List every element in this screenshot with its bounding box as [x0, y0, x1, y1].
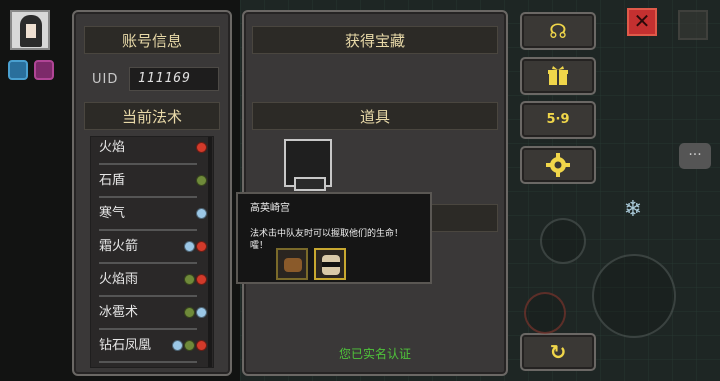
spell-name: 石盾 [99, 173, 126, 188]
fire-element-icon [196, 241, 207, 252]
spell-elements [172, 340, 207, 351]
spell-name: 冰雹术 [99, 305, 139, 320]
fire-element-icon [196, 340, 207, 351]
treasure-header: 获得宝藏 [252, 26, 498, 54]
ice-element-icon [184, 241, 195, 252]
divider [99, 262, 197, 264]
pet-dog-icon [276, 248, 308, 280]
spell-elements [196, 175, 207, 186]
spell-elements [196, 208, 207, 219]
headset-icon: ☊ [549, 19, 567, 43]
account-header: 账号信息 [84, 26, 220, 54]
movement-joystick[interactable] [592, 254, 676, 338]
divider [99, 229, 197, 231]
spell-name: 钻石凤凰 [99, 338, 152, 353]
spell-name: 火焰 [99, 140, 126, 155]
support-button[interactable]: ☊ [520, 12, 596, 50]
ice-element-icon [196, 307, 207, 318]
account-panel: 账号信息 UID 111169 当前法术 火焰 石盾 寒气 霜火箭 火焰雨 冰雹… [72, 10, 232, 376]
spell-item[interactable]: 霜火箭 [91, 236, 213, 269]
spells-header: 当前法术 [84, 102, 220, 130]
spell-name: 火焰雨 [99, 272, 139, 287]
attack-button[interactable] [524, 292, 566, 334]
avatar-face [26, 24, 36, 38]
tooltip-title: 高英崎宫 [250, 203, 290, 214]
earth-element-icon [184, 274, 195, 285]
earth-element-icon [196, 175, 207, 186]
uid-value: 111169 [129, 67, 219, 91]
spell-elements [184, 274, 207, 285]
settings-button[interactable] [520, 146, 596, 184]
event-button[interactable]: 5·9 [520, 101, 596, 139]
close-button[interactable]: ✕ [627, 8, 657, 36]
tooltip-icons [276, 248, 346, 280]
ice-element-icon [172, 340, 183, 351]
spell-elements [196, 142, 207, 153]
earth-element-icon [184, 340, 195, 351]
event-badge-icon: 5·9 [546, 112, 570, 127]
gear-icon [546, 153, 570, 177]
divider [99, 163, 197, 165]
character-glasses-icon [314, 248, 346, 280]
player-avatar[interactable] [10, 10, 50, 50]
spell-name: 霜火箭 [99, 239, 139, 254]
spell-item[interactable]: 火焰雨 [91, 269, 213, 302]
spell-name: 寒气 [99, 206, 126, 221]
gift-icon [548, 66, 568, 85]
spell-list-scrollbar[interactable] [208, 137, 212, 367]
fire-element-icon [196, 274, 207, 285]
verification-status: 您已实名认证 [338, 347, 411, 361]
refresh-icon: ↻ [549, 340, 567, 364]
fire-element-icon [196, 142, 207, 153]
divider [99, 196, 197, 198]
buff-icon-purple [34, 60, 54, 80]
buff-icon-blue [8, 60, 28, 80]
uid-label: UID [92, 72, 119, 87]
item-slot-tab [294, 177, 326, 191]
chat-icon[interactable]: ··· [679, 143, 711, 169]
earth-element-icon [184, 307, 195, 318]
items-header: 道具 [252, 102, 498, 130]
spell-elements [184, 241, 207, 252]
spell-item[interactable]: 石盾 [91, 170, 213, 203]
skill-button[interactable] [540, 218, 586, 264]
divider [99, 295, 197, 297]
spell-item[interactable]: 火焰 [91, 137, 213, 170]
map-icon[interactable] [678, 10, 708, 40]
spell-item[interactable]: 寒气 [91, 203, 213, 236]
spell-item[interactable]: 冰雹术 [91, 302, 213, 335]
ice-element-icon [196, 208, 207, 219]
refresh-button[interactable]: ↻ [520, 333, 596, 371]
item-tooltip: 高英崎宫 法术击中队友时可以握取他们的生命！嚯！ [236, 192, 432, 284]
divider [99, 328, 197, 330]
gift-button[interactable] [520, 57, 596, 95]
spell-elements [184, 307, 207, 318]
spell-item[interactable]: 钻石凤凰 [91, 335, 213, 367]
ice-skill-icon[interactable]: ❄ [614, 192, 652, 230]
spell-list[interactable]: 火焰 石盾 寒气 霜火箭 火焰雨 冰雹术 钻石凤凰 [90, 136, 214, 368]
divider [99, 361, 197, 363]
